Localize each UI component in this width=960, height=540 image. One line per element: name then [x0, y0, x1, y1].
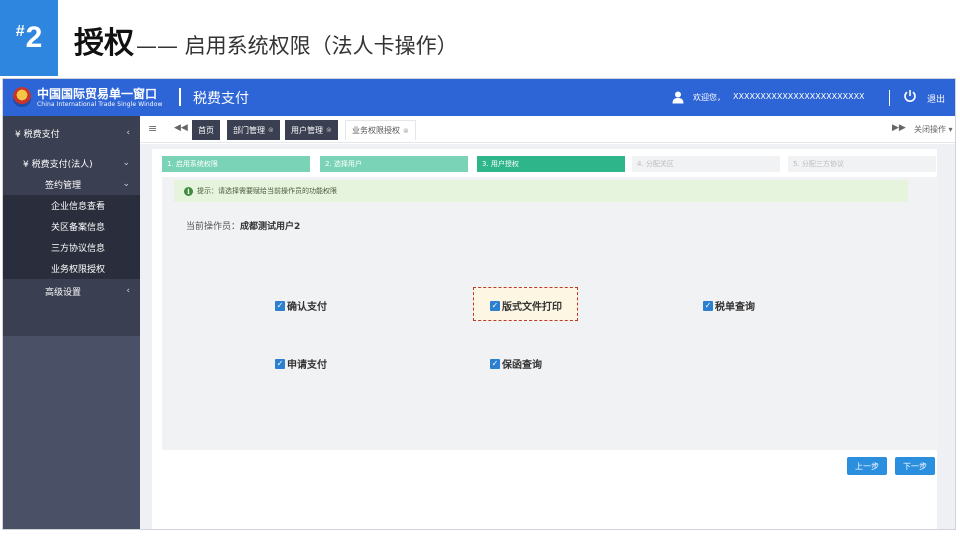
- chevron-down-icon: ⌄: [122, 179, 130, 189]
- sidebar-item-label: 高级设置: [45, 287, 82, 298]
- menu-icon[interactable]: ≡: [148, 122, 157, 135]
- step-label: 3. 用户授权: [482, 160, 519, 168]
- sidebar-item-label: ¥ 税费支付: [15, 129, 60, 140]
- step-assign-agreement: 5. 分配三方协议: [788, 156, 936, 172]
- logo-en: China International Trade Single Window: [37, 101, 163, 108]
- perm-guarantee-query[interactable]: ✓ 保函查询: [490, 356, 542, 371]
- perm-label: 确认支付: [287, 302, 327, 313]
- chevron-down-icon: ⌄: [122, 158, 130, 168]
- step-user-authorization: 3. 用户授权: [477, 156, 625, 172]
- slide-title-main: 授权: [74, 26, 134, 61]
- sidebar-item-label: 业务权限授权: [51, 265, 106, 275]
- slide-number-prefix: #: [15, 23, 25, 40]
- power-icon[interactable]: [903, 89, 917, 103]
- step-select-user: 2. 选择用户: [320, 156, 468, 172]
- step-label: 4. 分配关区: [637, 160, 674, 168]
- tip-text: 提示：请选择需要赋给当前操作员的功能权限: [197, 187, 337, 195]
- step-label: 5. 分配三方协议: [793, 160, 844, 168]
- sidebar-filler: [3, 336, 140, 529]
- perm-label: 保函查询: [502, 360, 542, 371]
- wizard-card: 1. 启用系统权限 2. 选择用户 3. 用户授权 4. 分配关区 5. 分配三…: [152, 149, 938, 529]
- module-title: 税费支付: [193, 91, 249, 107]
- checkbox-checked-icon[interactable]: ✓: [275, 300, 285, 311]
- app-window: 中国国际贸易单一窗口 China International Trade Sin…: [2, 78, 956, 530]
- sidebar-item-customs-record[interactable]: 关区备案信息: [3, 216, 140, 237]
- scroll-right-icon[interactable]: ▶▶: [892, 123, 906, 133]
- top-divider: [179, 88, 181, 106]
- perm-label: 税单查询: [715, 302, 755, 313]
- perm-tax-bill-query[interactable]: ✓ 税单查询: [703, 298, 755, 313]
- permissions-panel: i 提示：请选择需要赋给当前操作员的功能权限 当前操作员：成都测试用户2 ✓ 确…: [162, 177, 938, 450]
- slide-title: 授权 —— 启用系统权限（法人卡操作）: [74, 18, 458, 61]
- tab-department-management[interactable]: 部门管理 ⊗: [227, 120, 280, 140]
- user-icon: [672, 91, 684, 104]
- sidebar-item-label: ¥ 税费支付(法人): [23, 159, 93, 170]
- operator-name: 成都测试用户2: [240, 222, 301, 232]
- close-icon[interactable]: ⊗: [403, 127, 409, 135]
- current-operator: 当前操作员：成都测试用户2: [186, 219, 300, 232]
- tab-label: 首页: [198, 125, 214, 135]
- tab-business-authorization[interactable]: 业务权限授权 ⊗: [345, 120, 416, 140]
- next-step-button[interactable]: 下一步: [895, 457, 935, 475]
- sidebar: ¥ 税费支付 ‹ ¥ 税费支付(法人) ⌄ 签约管理 ⌄ 企业信息查看 关区备案…: [3, 116, 140, 529]
- perm-label: 版式文件打印: [502, 302, 562, 313]
- slide-title-sub: —— 启用系统权限（法人卡操作）: [136, 34, 458, 58]
- logo-cn: 中国国际贸易单一窗口: [37, 87, 158, 101]
- main-content: 1. 启用系统权限 2. 选择用户 3. 用户授权 4. 分配关区 5. 分配三…: [140, 144, 955, 529]
- scroll-left-icon[interactable]: ◀◀: [174, 123, 188, 133]
- sidebar-item-label: 签约管理: [45, 180, 82, 191]
- sidebar-item-advanced-settings[interactable]: 高级设置 ‹: [3, 281, 140, 301]
- step-label: 2. 选择用户: [325, 160, 362, 168]
- sidebar-item-business-authorization[interactable]: 业务权限授权: [3, 258, 140, 279]
- perm-confirm-payment[interactable]: ✓ 确认支付: [275, 298, 327, 313]
- top-divider-right: [889, 90, 890, 106]
- slide-number: 2: [25, 21, 43, 54]
- checkbox-checked-icon[interactable]: ✓: [490, 300, 500, 311]
- perm-label: 申请支付: [287, 360, 327, 371]
- slide-header: #2 授权 —— 启用系统权限（法人卡操作）: [0, 0, 960, 76]
- checkbox-checked-icon[interactable]: ✓: [703, 300, 713, 311]
- sidebar-item-company-info[interactable]: 企业信息查看: [3, 195, 140, 216]
- tab-label: 部门管理: [233, 125, 265, 135]
- step-assign-customs: 4. 分配关区: [632, 156, 780, 172]
- perm-layout-file-print[interactable]: ✓ 版式文件打印: [490, 298, 562, 313]
- chevron-left-icon: ‹: [126, 286, 130, 296]
- step-enable-permissions: 1. 启用系统权限: [162, 156, 310, 172]
- welcome-text: 欢迎您，: [693, 93, 725, 102]
- tip-banner: i 提示：请选择需要赋给当前操作员的功能权限: [174, 180, 908, 202]
- sidebar-item-tripartite-agreement[interactable]: 三方协议信息: [3, 237, 140, 258]
- sidebar-item-label: 企业信息查看: [51, 202, 106, 212]
- close-operations-dropdown[interactable]: 关闭操作 ▾: [914, 124, 953, 135]
- step-label: 1. 启用系统权限: [167, 160, 218, 168]
- user-id: XXXXXXXXXXXXXXXXXXXXXXXX: [733, 92, 865, 101]
- tab-label: 业务权限授权: [352, 126, 400, 135]
- sidebar-item-tax-payment[interactable]: ¥ 税费支付 ‹: [3, 118, 140, 148]
- checkbox-checked-icon[interactable]: ✓: [275, 358, 285, 369]
- emblem-icon: [13, 87, 31, 107]
- info-icon: i: [184, 186, 193, 196]
- sidebar-item-contract-management[interactable]: 签约管理 ⌄: [3, 174, 140, 194]
- tab-user-management[interactable]: 用户管理 ⊗: [285, 120, 338, 140]
- tab-label: 用户管理: [291, 125, 323, 135]
- tab-home[interactable]: 首页: [192, 120, 220, 140]
- checkbox-checked-icon[interactable]: ✓: [490, 358, 500, 369]
- chevron-left-icon: ‹: [126, 128, 130, 138]
- sidebar-item-label: 三方协议信息: [51, 244, 106, 254]
- tab-bar: ≡ ◀◀ 首页 部门管理 ⊗ 用户管理 ⊗ 业务权限授权 ⊗ ▶▶ 关闭操作 ▾: [140, 116, 955, 143]
- sidebar-item-tax-payment-legal[interactable]: ¥ 税费支付(法人) ⌄: [3, 152, 140, 174]
- sidebar-item-label: 关区备案信息: [51, 223, 106, 233]
- perm-apply-payment[interactable]: ✓ 申请支付: [275, 356, 327, 371]
- top-bar: 中国国际贸易单一窗口 China International Trade Sin…: [3, 79, 955, 116]
- logout-link[interactable]: 退出: [927, 92, 945, 105]
- prev-step-button[interactable]: 上一步: [847, 457, 887, 475]
- operator-label: 当前操作员：: [186, 222, 241, 232]
- close-icon[interactable]: ⊗: [326, 126, 332, 134]
- slide-number-badge: #2: [0, 0, 58, 76]
- close-icon[interactable]: ⊗: [268, 126, 274, 134]
